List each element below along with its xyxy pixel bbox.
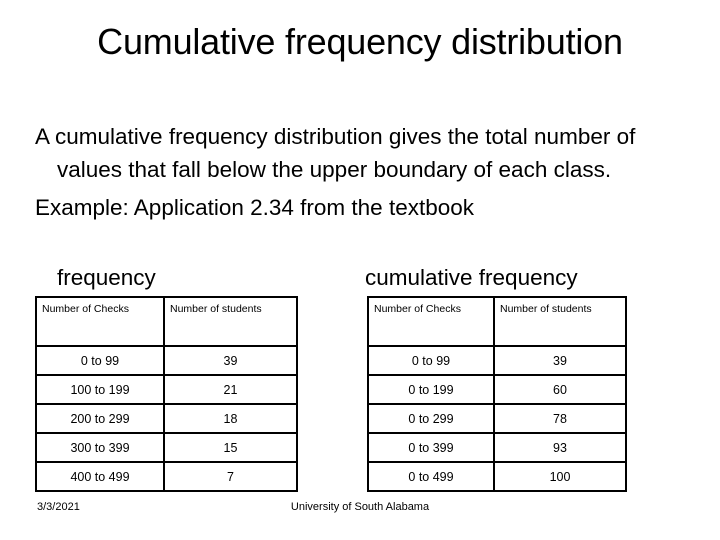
table-row: 0 to 99 39	[35, 345, 298, 376]
footer-organization: University of South Alabama	[290, 501, 430, 513]
cell-students: 100	[493, 461, 627, 492]
slide-canvas: { "slide": { "title": "Cumulative freque…	[0, 0, 720, 540]
body-paragraph-2-line-1: Example: Application 2.34 from the textb…	[35, 195, 475, 220]
cell-checks: 0 to 199	[367, 374, 495, 405]
cell-checks: 100 to 199	[35, 374, 165, 405]
caption-frequency: frequency	[57, 265, 156, 290]
cell-checks: 0 to 499	[367, 461, 495, 492]
cell-checks: 0 to 299	[367, 403, 495, 434]
cell-students: 18	[163, 403, 298, 434]
cell-students: 39	[163, 345, 298, 376]
frequency-table: Number of Checks Number of students 0 to…	[35, 296, 298, 492]
table-row: 300 to 399 15	[35, 432, 298, 463]
table-row: 0 to 199 60	[367, 374, 627, 405]
table-row: 0 to 499 100	[367, 461, 627, 492]
cell-students: 15	[163, 432, 298, 463]
body-paragraph-2: Example: Application 2.34 from the textb…	[35, 191, 685, 224]
cell-checks: 300 to 399	[35, 432, 165, 463]
footer-date: 3/3/2021	[37, 501, 80, 513]
column-header-checks: Number of Checks	[367, 296, 495, 347]
table-row: 400 to 499 7	[35, 461, 298, 492]
cell-students: 93	[493, 432, 627, 463]
column-header-students: Number of students	[493, 296, 627, 347]
cell-students: 21	[163, 374, 298, 405]
cell-checks: 0 to 99	[35, 345, 165, 376]
page-title: Cumulative frequency distribution	[97, 21, 623, 62]
cumulative-frequency-table: Number of Checks Number of students 0 to…	[367, 296, 627, 492]
cell-students: 39	[493, 345, 627, 376]
table-header-row: Number of Checks Number of students	[35, 296, 298, 347]
cell-students: 7	[163, 461, 298, 492]
cell-students: 60	[493, 374, 627, 405]
column-header-checks: Number of Checks	[35, 296, 165, 347]
slide-footer: University of South Alabama 3/3/2021	[0, 498, 720, 516]
table-row: 200 to 299 18	[35, 403, 298, 434]
cell-checks: 200 to 299	[35, 403, 165, 434]
table-header-row: Number of Checks Number of students	[367, 296, 627, 347]
table-row: 100 to 199 21	[35, 374, 298, 405]
table-row: 0 to 399 93	[367, 432, 627, 463]
cell-checks: 400 to 499	[35, 461, 165, 492]
body-paragraph-1-line-1: A cumulative frequency distribution give…	[35, 124, 528, 149]
table-captions: frequency cumulative frequency	[0, 262, 720, 294]
column-header-students: Number of students	[163, 296, 298, 347]
cell-checks: 0 to 99	[367, 345, 495, 376]
table-row: 0 to 99 39	[367, 345, 627, 376]
cell-checks: 0 to 399	[367, 432, 495, 463]
table-row: 0 to 299 78	[367, 403, 627, 434]
caption-cumulative-frequency: cumulative frequency	[365, 265, 578, 290]
body-text: A cumulative frequency distribution give…	[35, 120, 685, 225]
cell-students: 78	[493, 403, 627, 434]
body-paragraph-1: A cumulative frequency distribution give…	[35, 120, 685, 186]
